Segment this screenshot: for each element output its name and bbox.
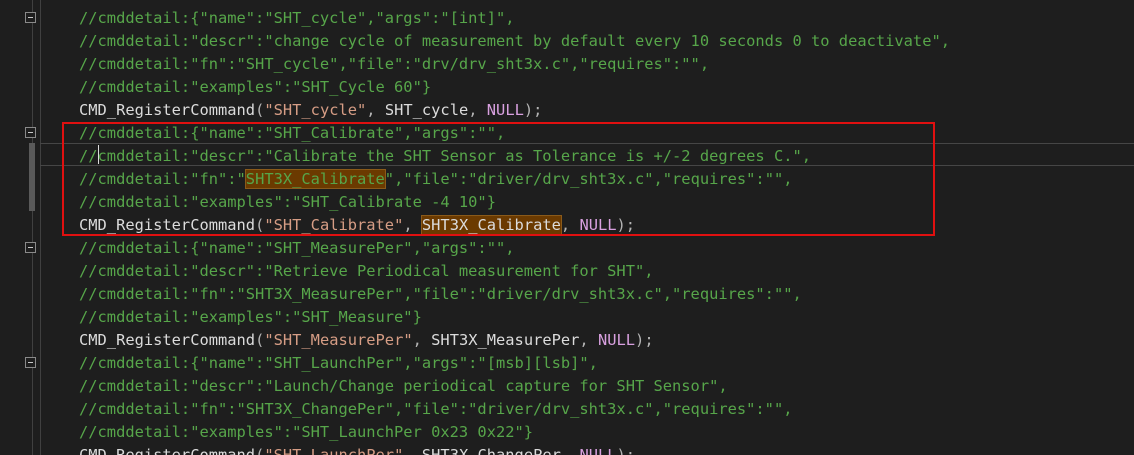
code-token: CMD_RegisterCommand — [79, 101, 256, 119]
code-token: //cmddetail:{"name":"SHT_MeasurePer","ar… — [79, 239, 515, 257]
fold-collapse-icon[interactable] — [25, 357, 36, 368]
code-token: SHT3X_MeasurePer — [431, 331, 580, 349]
code-line[interactable]: //cmddetail:"fn":"SHT_cycle","file":"drv… — [79, 53, 709, 76]
fold-collapse-icon[interactable] — [25, 127, 36, 138]
code-token: , — [468, 101, 487, 119]
code-token: , — [366, 101, 385, 119]
gutter-separator — [40, 0, 41, 455]
code-token: //cmddetail:"examples":"SHT_Measure"} — [79, 308, 422, 326]
code-token: NULL — [486, 101, 524, 119]
code-token: ( — [255, 101, 265, 119]
fold-collapse-icon[interactable] — [25, 12, 36, 23]
code-token: ); — [616, 446, 636, 455]
fold-collapse-icon[interactable] — [25, 242, 36, 253]
code-token: ); — [523, 101, 543, 119]
code-line[interactable]: CMD_RegisterCommand("SHT_cycle", SHT_cyc… — [79, 99, 542, 122]
editor-gutter — [0, 0, 60, 455]
code-line[interactable]: //cmddetail:"fn":"SHT3X_MeasurePer","fil… — [79, 283, 802, 306]
code-token: NULL — [597, 331, 636, 349]
code-token: //cmddetail:"descr":"Retrieve Periodical… — [79, 262, 654, 280]
code-line[interactable]: //cmddetail:"examples":"SHT_Measure"} — [79, 306, 422, 329]
code-token: //cmddetail:{"name":"SHT_cycle","args":"… — [79, 9, 515, 27]
code-line[interactable]: //cmddetail:{"name":"SHT_cycle","args":"… — [79, 7, 515, 30]
code-token: , — [403, 446, 422, 455]
code-token: , — [579, 331, 598, 349]
code-token: CMD_RegisterCommand — [79, 331, 256, 349]
code-token: SHT3X_ChangePer — [421, 446, 561, 455]
fold-guide-line — [32, 0, 33, 455]
code-line[interactable]: //cmddetail:{"name":"SHT_LaunchPer","arg… — [79, 352, 598, 375]
code-token: //cmddetail:"examples":"SHT_LaunchPer 0x… — [79, 423, 534, 441]
code-token: CMD_RegisterCommand — [79, 446, 256, 455]
code-token: //cmddetail:"examples":"SHT_Cycle 60"} — [79, 78, 432, 96]
code-line[interactable]: //cmddetail:"examples":"SHT_Cycle 60"} — [79, 76, 431, 99]
code-token: //cmddetail:"fn":"SHT3X_MeasurePer","fil… — [79, 285, 802, 303]
code-token: "SHT_MeasurePer" — [264, 331, 413, 349]
code-line[interactable]: CMD_RegisterCommand("SHT_LaunchPer", SHT… — [79, 444, 635, 455]
code-line[interactable]: //cmddetail:"descr":"Launch/Change perio… — [79, 375, 728, 398]
code-line[interactable]: //cmddetail:"descr":"change cycle of mea… — [79, 30, 950, 53]
code-token: //cmddetail:"fn":"SHT3X_ChangePer","file… — [79, 400, 793, 418]
code-token: "SHT_cycle" — [264, 101, 367, 119]
code-token: ( — [255, 331, 265, 349]
code-line[interactable]: //cmddetail:"fn":"SHT3X_ChangePer","file… — [79, 398, 792, 421]
code-token: //cmddetail:"fn":"SHT_cycle","file":"drv… — [79, 55, 710, 73]
annotation-highlight-box — [62, 122, 935, 236]
code-line[interactable]: CMD_RegisterCommand("SHT_MeasurePer", SH… — [79, 329, 654, 352]
code-token: //cmddetail:{"name":"SHT_LaunchPer","arg… — [79, 354, 598, 372]
code-token: SHT_cycle — [384, 101, 469, 119]
code-token: ( — [255, 446, 265, 455]
code-token: //cmddetail:"descr":"Launch/Change perio… — [79, 377, 728, 395]
code-line[interactable]: //cmddetail:"examples":"SHT_LaunchPer 0x… — [79, 421, 533, 444]
code-line[interactable]: //cmddetail:{"name":"SHT_MeasurePer","ar… — [79, 237, 515, 260]
code-token: //cmddetail:"descr":"change cycle of mea… — [79, 32, 950, 50]
change-marker — [29, 143, 35, 211]
code-token: , — [412, 331, 432, 349]
code-token: ); — [635, 331, 654, 349]
code-token: NULL — [579, 446, 617, 455]
code-editor[interactable]: //cmddetail:{"name":"SHT_cycle","args":"… — [0, 0, 1134, 455]
code-line[interactable]: //cmddetail:"descr":"Retrieve Periodical… — [79, 260, 654, 283]
code-token: , — [560, 446, 580, 455]
code-token: "SHT_LaunchPer" — [264, 446, 404, 455]
